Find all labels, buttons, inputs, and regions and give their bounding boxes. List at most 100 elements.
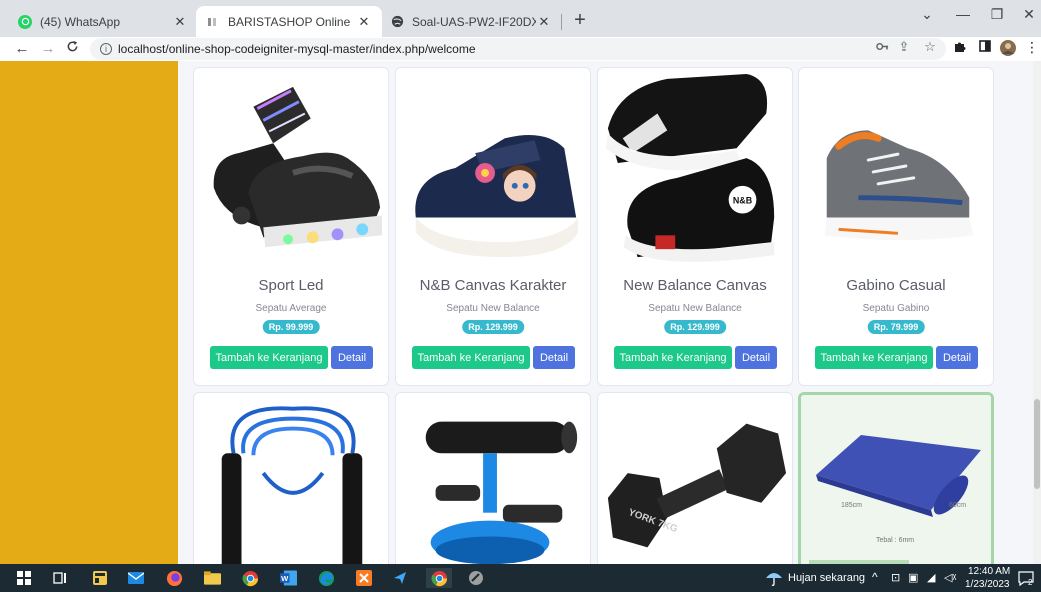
xampp-icon[interactable]: [354, 568, 374, 588]
word-icon[interactable]: W: [278, 568, 298, 588]
minimize-button[interactable]: —: [948, 6, 978, 22]
detail-button[interactable]: Detail: [936, 346, 978, 369]
tab-search-icon[interactable]: ⌄: [912, 6, 942, 23]
url-text: localhost/online-shop-codeigniter-mysql-…: [118, 42, 476, 56]
clock-time[interactable]: 12:40 AM: [968, 566, 1010, 577]
reload-button[interactable]: [62, 39, 82, 59]
windows-start-icon[interactable]: [14, 568, 34, 588]
product-image-led-shoe: [213, 86, 383, 248]
onedrive-icon[interactable]: ⊡: [891, 571, 900, 584]
calculator-icon[interactable]: [90, 568, 110, 588]
scrollbar-thumb[interactable]: [1034, 399, 1040, 489]
product-brand: Sepatu New Balance: [446, 303, 540, 314]
forward-button[interactable]: →: [38, 39, 58, 59]
add-to-cart-button[interactable]: Tambah ke Keranjang: [815, 346, 933, 369]
product-image-situp-bar: [425, 421, 578, 564]
price-badge: Rp. 129.999: [664, 320, 726, 334]
weather-umbrella-icon[interactable]: [764, 568, 784, 588]
product-image-jump-rope: [221, 406, 363, 564]
weather-status[interactable]: Hujan sekarang: [788, 572, 865, 584]
close-window-button[interactable]: ✕: [1014, 6, 1041, 23]
share-icon[interactable]: ⇪: [894, 39, 914, 55]
whatsapp-icon: [18, 14, 32, 29]
back-button[interactable]: ←: [12, 39, 32, 59]
page-viewport: Sport Led Sepatu Average Rp. 99.999 Tamb…: [0, 61, 1041, 564]
info-icon[interactable]: i: [100, 43, 112, 55]
chrome-active-icon[interactable]: [426, 568, 452, 588]
file-explorer-icon[interactable]: [202, 568, 222, 588]
product-card: N&B Canvas Karakter Sepatu New Balance R…: [395, 67, 591, 386]
add-to-cart-button[interactable]: Tambah ke Keranjang: [412, 346, 530, 369]
product-card: Gabino Casual Sepatu Gabino Rp. 79.999 T…: [798, 67, 994, 386]
product-image-character-canvas-shoe: [415, 135, 579, 258]
volume-icon[interactable]: ◁ᵡ: [944, 571, 956, 584]
wifi-icon[interactable]: ◢: [927, 571, 935, 584]
task-view-icon[interactable]: [50, 568, 70, 588]
edge-icon[interactable]: [316, 568, 336, 588]
product-image-yoga-mat: 185cm 60cm Tebal : 6mm: [801, 395, 991, 564]
product-image-black-canvas-shoes: N&B: [605, 73, 775, 262]
price-badge: Rp. 129.999: [462, 320, 524, 334]
tab-baristashop[interactable]: BARISTASHOP Online ✕: [196, 6, 382, 37]
product-card: 185cm 60cm Tebal : 6mm: [798, 392, 994, 564]
close-icon[interactable]: ✕: [536, 14, 552, 30]
bookmark-star-icon[interactable]: ☆: [920, 39, 940, 55]
more-menu-icon[interactable]: ⋮: [1022, 39, 1041, 56]
product-title[interactable]: New Balance Canvas: [598, 277, 792, 294]
product-card: YORK 7KG: [597, 392, 793, 564]
network-icon[interactable]: ▣: [908, 571, 918, 584]
tab-whatsapp[interactable]: (45) WhatsApp ✕: [8, 6, 198, 37]
product-card: [395, 392, 591, 564]
notification-count: 2: [1028, 578, 1033, 587]
product-title[interactable]: Sport Led: [194, 277, 388, 294]
restore-button[interactable]: ❐: [982, 6, 1012, 23]
add-to-cart-button[interactable]: Tambah ke Keranjang: [614, 346, 732, 369]
app-tool-icon[interactable]: [466, 568, 486, 588]
svg-text:N&B: N&B: [733, 196, 753, 206]
detail-button[interactable]: Detail: [735, 346, 777, 369]
key-icon[interactable]: [872, 39, 892, 54]
mat-thickness-label: Tebal : 6mm: [876, 537, 914, 544]
mail-icon[interactable]: [126, 568, 146, 588]
notification-center-icon[interactable]: [1016, 568, 1036, 588]
product-brand: Sepatu Gabino: [862, 303, 930, 314]
address-bar[interactable]: i localhost/online-shop-codeigniter-mysq…: [90, 38, 946, 60]
product-card: N&B New Balance Canvas Sepatu New Balanc…: [597, 67, 793, 386]
show-hidden-icons-chevron-icon[interactable]: ^: [872, 570, 878, 584]
page-scrollbar[interactable]: [1033, 61, 1041, 564]
mat-width-label: 60cm: [949, 502, 966, 509]
add-to-cart-button[interactable]: Tambah ke Keranjang: [210, 346, 328, 369]
tab-separator: [561, 14, 562, 30]
extensions-puzzle-icon[interactable]: [950, 39, 970, 56]
mat-length-label: 185cm: [841, 502, 862, 509]
product-brand: Sepatu New Balance: [648, 303, 742, 314]
price-badge: Rp. 79.999: [867, 320, 925, 334]
tab-title: BARISTASHOP Online: [228, 14, 351, 29]
close-icon[interactable]: ✕: [172, 14, 188, 30]
tab-pdf[interactable]: Soal-UAS-PW2-IF20DX.pdf ✕: [380, 6, 562, 37]
tab-title: (45) WhatsApp: [40, 14, 121, 29]
svg-text:W: W: [281, 574, 289, 583]
windows-taskbar: W Hujan sekarang ^ ⊡ ▣ ◢ ◁ᵡ 12:40 AM 1/2…: [0, 564, 1041, 592]
product-card: Sport Led Sepatu Average Rp. 99.999 Tamb…: [193, 67, 389, 386]
product-image-dumbbell: YORK 7KG: [607, 423, 787, 548]
browser-tab-strip: (45) WhatsApp ✕ BARISTASHOP Online ✕ Soa…: [0, 0, 1041, 37]
shop-icon: [206, 15, 220, 29]
product-title[interactable]: N&B Canvas Karakter: [396, 277, 590, 294]
new-tab-button[interactable]: +: [568, 9, 592, 33]
profile-avatar[interactable]: [998, 39, 1018, 60]
detail-button[interactable]: Detail: [533, 346, 575, 369]
clock-date[interactable]: 1/23/2023: [965, 579, 1010, 590]
app-arrow-icon[interactable]: [390, 568, 410, 588]
browser-toolbar: ← → i localhost/online-shop-codeigniter-…: [0, 37, 1041, 61]
detail-button[interactable]: Detail: [331, 346, 373, 369]
globe-icon: [390, 15, 404, 29]
side-panel-icon[interactable]: [975, 39, 995, 55]
product-card: [193, 392, 389, 564]
close-icon[interactable]: ✕: [356, 14, 372, 30]
price-badge: Rp. 99.999: [262, 320, 320, 334]
chrome-icon[interactable]: [240, 568, 260, 588]
firefox-icon[interactable]: [164, 568, 184, 588]
reload-icon: [67, 40, 77, 52]
product-title[interactable]: Gabino Casual: [799, 277, 993, 294]
